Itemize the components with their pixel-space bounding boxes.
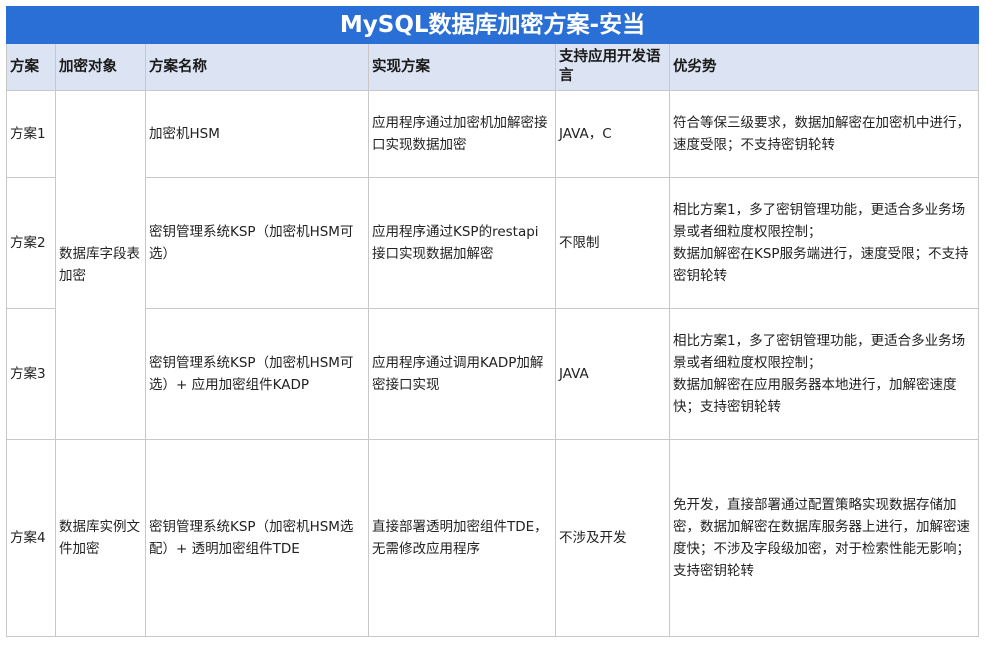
header-row: 方案 加密对象 方案名称 实现方案 支持应用开发语言 优劣势 xyxy=(6,43,980,91)
implementation-cell: 应用程序通过加密机加解密接口实现数据加密 xyxy=(368,90,556,178)
comparison-table-container: MySQL数据库加密方案-安当 方案 加密对象 方案名称 实现方案 支持应用开发… xyxy=(5,6,980,637)
pros-cons-cell: 免开发，直接部署通过配置策略实现数据存储加密，数据加解密在数据库服务器上进行，加… xyxy=(668,439,980,637)
header-name: 方案名称 xyxy=(145,43,369,91)
name-cell: 密钥管理系统KSP（加密机HSM选配）+ 透明加密组件TDE xyxy=(145,439,369,637)
pros-cons-line: 数据加解密在KSP服务端进行，速度受限；不支持密钥轮转 xyxy=(673,246,969,284)
plan-cell: 方案4 xyxy=(6,439,56,637)
table-row: 方案4 数据库实例文件加密 密钥管理系统KSP（加密机HSM选配）+ 透明加密组… xyxy=(6,439,980,637)
header-implementation: 实现方案 xyxy=(368,43,556,91)
target-cell-file: 数据库实例文件加密 xyxy=(55,439,146,637)
implementation-cell: 应用程序通过KSP的restapi接口实现数据加解密 xyxy=(368,177,556,309)
target-cell-field: 数据库字段表加密 xyxy=(55,90,146,440)
name-cell: 加密机HSM xyxy=(145,90,369,178)
name-cell: 密钥管理系统KSP（加密机HSM可选）+ 应用加密组件KADP xyxy=(145,308,369,440)
table-row: 方案1 数据库字段表加密 加密机HSM 应用程序通过加密机加解密接口实现数据加密… xyxy=(6,90,980,440)
implementation-cell: 应用程序通过调用KADP加解密接口实现 xyxy=(368,308,556,440)
languages-cell: JAVA xyxy=(555,308,670,440)
pros-cons-line: 相比方案1，多了密钥管理功能，更适合多业务场景或者细粒度权限控制； xyxy=(673,333,966,371)
languages-cell: JAVA，C xyxy=(555,90,670,178)
title-row: MySQL数据库加密方案-安当 xyxy=(5,6,980,44)
implementation-cell: 直接部署透明加密组件TDE，无需修改应用程序 xyxy=(368,439,556,637)
header-target: 加密对象 xyxy=(55,43,146,91)
languages-cell: 不限制 xyxy=(555,177,670,309)
plan-cell: 方案1 xyxy=(6,90,56,178)
table-row: 方案3 密钥管理系统KSP（加密机HSM可选）+ 应用加密组件KADP 应用程序… xyxy=(6,308,980,440)
header-pros-cons: 优劣势 xyxy=(668,43,980,91)
plan-cell: 方案3 xyxy=(6,308,56,440)
pros-cons-cell: 相比方案1，多了密钥管理功能，更适合多业务场景或者细粒度权限控制； 数据加解密在… xyxy=(668,308,980,440)
comparison-table: MySQL数据库加密方案-安当 方案 加密对象 方案名称 实现方案 支持应用开发… xyxy=(5,6,980,637)
pros-cons-cell: 相比方案1，多了密钥管理功能，更适合多业务场景或者细粒度权限控制； 数据加解密在… xyxy=(668,177,980,309)
page-title: MySQL数据库加密方案-安当 xyxy=(5,6,980,44)
pros-cons-line: 相比方案1，多了密钥管理功能，更适合多业务场景或者细粒度权限控制； xyxy=(673,202,966,240)
languages-cell: 不涉及开发 xyxy=(555,439,670,637)
pros-cons-cell: 符合等保三级要求，数据加解密在加密机中进行，速度受限；不支持密钥轮转 xyxy=(668,90,980,178)
header-plan: 方案 xyxy=(6,43,56,91)
table-row: 方案2 密钥管理系统KSP（加密机HSM可选） 应用程序通过KSP的restap… xyxy=(6,177,980,309)
plan-cell: 方案2 xyxy=(6,177,56,309)
pros-cons-line: 数据加解密在应用服务器本地进行，加解密速度快；支持密钥轮转 xyxy=(673,377,957,415)
header-languages: 支持应用开发语言 xyxy=(555,43,670,91)
name-cell: 密钥管理系统KSP（加密机HSM可选） xyxy=(145,177,369,309)
